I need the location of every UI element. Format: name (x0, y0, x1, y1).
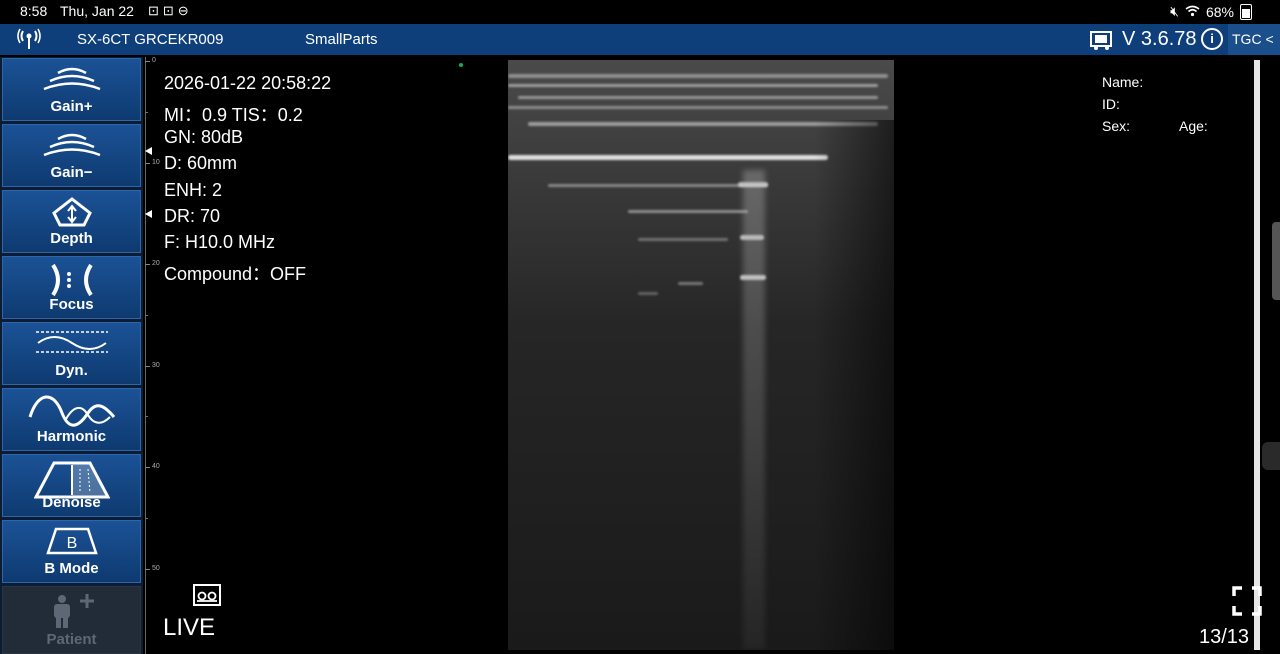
dr-readout: DR: 70 (164, 206, 221, 226)
patient-sex-label: Sex: (1102, 118, 1131, 134)
ultrasound-image[interactable] (508, 60, 894, 650)
patient-name-label: Name: (1102, 74, 1144, 90)
patient-button[interactable]: Patient (2, 586, 141, 654)
b-mode-icon: B (45, 527, 98, 555)
ruler-major-tick (145, 568, 150, 570)
ruler-major-tick (145, 365, 150, 367)
app-header: SX-6CT GRCEKR009 SmallParts V 3.6.78 i T… (0, 24, 1280, 55)
patient-icon (53, 594, 94, 628)
device-cart-icon[interactable] (1089, 29, 1115, 56)
sidebar-label: Gain+ (50, 98, 93, 115)
ruler-tick-label: 10 (152, 158, 160, 166)
ruler-tick-label: 40 (152, 463, 160, 470)
ruler-tick-label: 50 (152, 564, 160, 572)
focus-marker-lower[interactable] (145, 210, 152, 218)
status-time: 8:58 (20, 3, 48, 19)
ruler-minor-tick (145, 111, 148, 113)
fullscreen-icon[interactable] (1232, 586, 1262, 621)
dynamic-range-button[interactable]: Dyn. (2, 322, 141, 385)
ruler-minor-tick (145, 314, 148, 316)
vertical-scrollbar[interactable] (1254, 60, 1260, 650)
probe-signal-icon (17, 28, 41, 55)
depth-icon (51, 197, 92, 227)
ruler-tick-label: 30 (152, 361, 160, 369)
harmonic-button[interactable]: Harmonic (2, 388, 141, 451)
dynamic-range-icon (35, 331, 108, 353)
sidebar-label: Denoise (42, 494, 101, 511)
edge-panel-handle[interactable] (1272, 222, 1280, 300)
gain-minus-icon (43, 133, 100, 157)
focus-button[interactable]: Focus (2, 256, 141, 319)
focus-icon (50, 263, 93, 297)
focus-marker-upper[interactable] (145, 147, 152, 155)
depth-ruler: 0 10 20 30 40 50 (145, 57, 160, 654)
sidebar-label: Depth (50, 230, 93, 247)
gain-minus-button[interactable]: Gain− (2, 124, 141, 187)
b-mode-button[interactable]: B B Mode (2, 520, 141, 583)
battery-icon (1240, 3, 1252, 20)
ruler-tick-label: 20 (152, 260, 160, 267)
enh-readout: ENH: 2 (164, 180, 223, 200)
sidebar-label: Patient (46, 631, 97, 648)
notification-icons: ⊡⊡⊖ (148, 3, 193, 18)
harmonic-icon (28, 395, 115, 427)
mi-tis-readout: MI：0.9 TIS：0.2 (164, 105, 303, 125)
ruler-major-tick (145, 264, 150, 265)
status-bar: 8:58 Thu, Jan 22 ⊡⊡⊖ 🔇︎ 68% (0, 0, 1280, 24)
sidebar-label: Dyn. (55, 362, 88, 379)
ruler-minor-tick (145, 517, 148, 519)
ruler-major-tick (145, 61, 150, 62)
patient-id-label: ID: (1102, 96, 1120, 112)
edge-pen-handle[interactable] (1262, 442, 1280, 470)
info-icon[interactable]: i (1201, 28, 1223, 50)
sidebar-label: Focus (49, 296, 94, 313)
gain-readout: GN: 80dB (164, 127, 244, 147)
compound-readout: Compound：OFF (164, 264, 307, 284)
system-status: 🔇︎ 68% (1170, 3, 1252, 20)
device-name: SX-6CT GRCEKR009 (77, 31, 224, 48)
frequency-readout: F: H10.0 MHz (164, 232, 276, 252)
status-date: Thu, Jan 22 (60, 3, 134, 19)
ruler-minor-tick (145, 416, 148, 418)
denoise-button[interactable]: Denoise (2, 454, 141, 517)
b-mode-icon-letter: B (66, 535, 77, 552)
cine-loop-icon[interactable] (193, 584, 221, 611)
depth-readout: D: 60mm (164, 153, 238, 173)
wifi-icon (1185, 4, 1200, 20)
tgc-button[interactable]: TGC < (1228, 24, 1280, 55)
mute-icon: 🔇︎ (1170, 3, 1179, 19)
sidebar-label: Gain− (50, 164, 93, 181)
scan-datetime: 2026-01-22 20:58:22 (164, 73, 332, 93)
battery-percent: 68% (1205, 3, 1234, 20)
gain-plus-icon (43, 67, 100, 91)
status-dot (459, 63, 463, 67)
sidebar-label: Harmonic (36, 428, 107, 445)
patient-age-label: Age: (1179, 118, 1208, 134)
ruler-tick-label: 0 (152, 57, 156, 64)
frame-counter: 13/13 (1199, 626, 1250, 648)
depth-button[interactable]: Depth (2, 190, 141, 253)
ruler-major-tick (145, 162, 150, 164)
exam-preset[interactable]: SmallParts (305, 31, 378, 48)
gain-plus-button[interactable]: Gain+ (2, 58, 141, 121)
control-sidebar: Gain+ Gain− Depth Focus Dyn. Harmonic De… (0, 57, 143, 654)
live-status[interactable]: LIVE (163, 614, 215, 642)
sidebar-label: B Mode (44, 560, 99, 577)
ruler-major-tick (145, 467, 150, 468)
app-version: V 3.6.78 (1122, 28, 1197, 50)
